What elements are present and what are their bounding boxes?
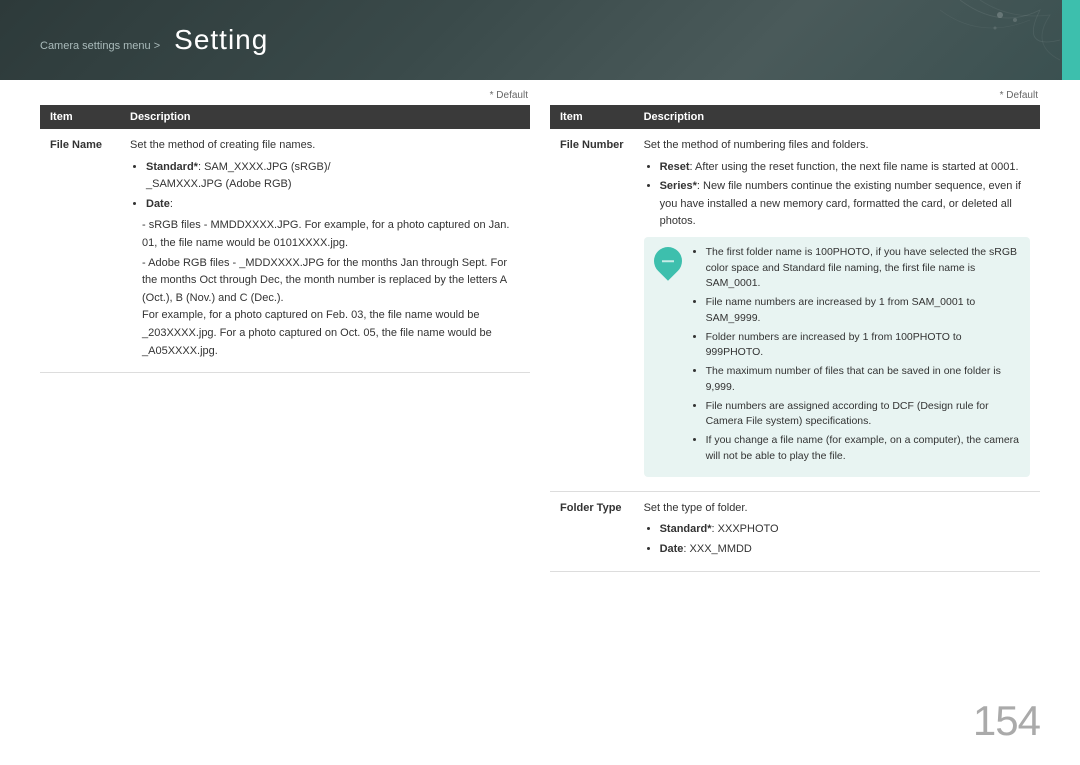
file-number-reset: Reset: After using the reset function, t… [660, 159, 1030, 177]
srgb-files-detail: sRGB files - MMDDXXXX.JPG. For example, … [142, 217, 520, 252]
folder-type-date: Date: XXX_MMDD [660, 541, 1030, 559]
header-decoration [780, 0, 1060, 80]
info-rename: If you change a file name (for example, … [706, 433, 1020, 465]
info-first-folder: The first folder name is 100PHOTO, if yo… [706, 245, 1020, 292]
right-table-header: Item Description [550, 105, 1040, 129]
info-box-content: The first folder name is 100PHOTO, if yo… [690, 245, 1020, 469]
info-max-files: The maximum number of files that can be … [706, 364, 1020, 396]
folder-type-list: Standard*: XXXPHOTO Date: XXX_MMDD [660, 521, 1030, 558]
file-number-label: File Number [550, 129, 634, 491]
info-dcf: File numbers are assigned according to D… [706, 399, 1020, 431]
file-name-description: Set the method of creating file names. S… [120, 129, 530, 373]
leaf-icon [648, 241, 688, 281]
file-number-description: Set the method of numbering files and fo… [634, 129, 1040, 491]
file-number-series: Series*: New file numbers continue the e… [660, 178, 1030, 231]
right-col2-header: Description [634, 105, 1040, 129]
file-name-date: Date: [146, 196, 520, 214]
file-name-label: File Name [40, 129, 120, 373]
file-name-intro: Set the method of creating file names. [130, 137, 520, 155]
teal-accent-bar [1062, 0, 1080, 80]
breadcrumb: Camera settings menu > [40, 40, 160, 52]
right-col1-header: Item [550, 105, 634, 129]
page-header: Camera settings menu > Setting [0, 0, 1080, 80]
info-file-numbers-increased: File name numbers are increased by 1 fro… [706, 295, 1020, 327]
table-row: File Name Set the method of creating fil… [40, 129, 530, 373]
folder-type-intro: Set the type of folder. [644, 500, 1030, 518]
left-table-header: Item Description [40, 105, 530, 129]
right-panel: * Default Item Description File Number S… [550, 90, 1040, 572]
left-col2-header: Description [120, 105, 530, 129]
file-name-list: Standard*: SAM_XXXX.JPG (sRGB)/_SAMXXX.J… [146, 159, 520, 214]
folder-type-label: Folder Type [550, 491, 634, 571]
folder-type-standard: Standard*: XXXPHOTO [660, 521, 1030, 539]
left-panel: * Default Item Description File Name Set… [40, 90, 530, 572]
right-default-label: * Default [550, 90, 1040, 101]
file-name-date-details: sRGB files - MMDDXXXX.JPG. For example, … [142, 217, 520, 360]
right-table: Item Description File Number Set the met… [550, 105, 1040, 572]
file-number-intro: Set the method of numbering files and fo… [644, 137, 1030, 155]
folder-type-row: Folder Type Set the type of folder. Stan… [550, 491, 1040, 571]
page-title: Setting [174, 24, 268, 56]
left-table: Item Description File Name Set the metho… [40, 105, 530, 373]
info-folder-numbers-increased: Folder numbers are increased by 1 from 1… [706, 330, 1020, 362]
main-content: * Default Item Description File Name Set… [0, 90, 1080, 572]
file-name-standard: Standard*: SAM_XXXX.JPG (sRGB)/_SAMXXX.J… [146, 159, 520, 194]
adobe-rgb-files-detail: Adobe RGB files - _MDDXXXX.JPG for the m… [142, 255, 520, 361]
left-col1-header: Item [40, 105, 120, 129]
left-default-label: * Default [40, 90, 530, 101]
file-number-info-box: The first folder name is 100PHOTO, if yo… [644, 237, 1030, 477]
info-box-list: The first folder name is 100PHOTO, if yo… [706, 245, 1020, 465]
file-number-list: Reset: After using the reset function, t… [660, 159, 1030, 231]
file-number-row: File Number Set the method of numbering … [550, 129, 1040, 491]
folder-type-description: Set the type of folder. Standard*: XXXPH… [634, 491, 1040, 571]
page-number: 154 [973, 697, 1040, 745]
